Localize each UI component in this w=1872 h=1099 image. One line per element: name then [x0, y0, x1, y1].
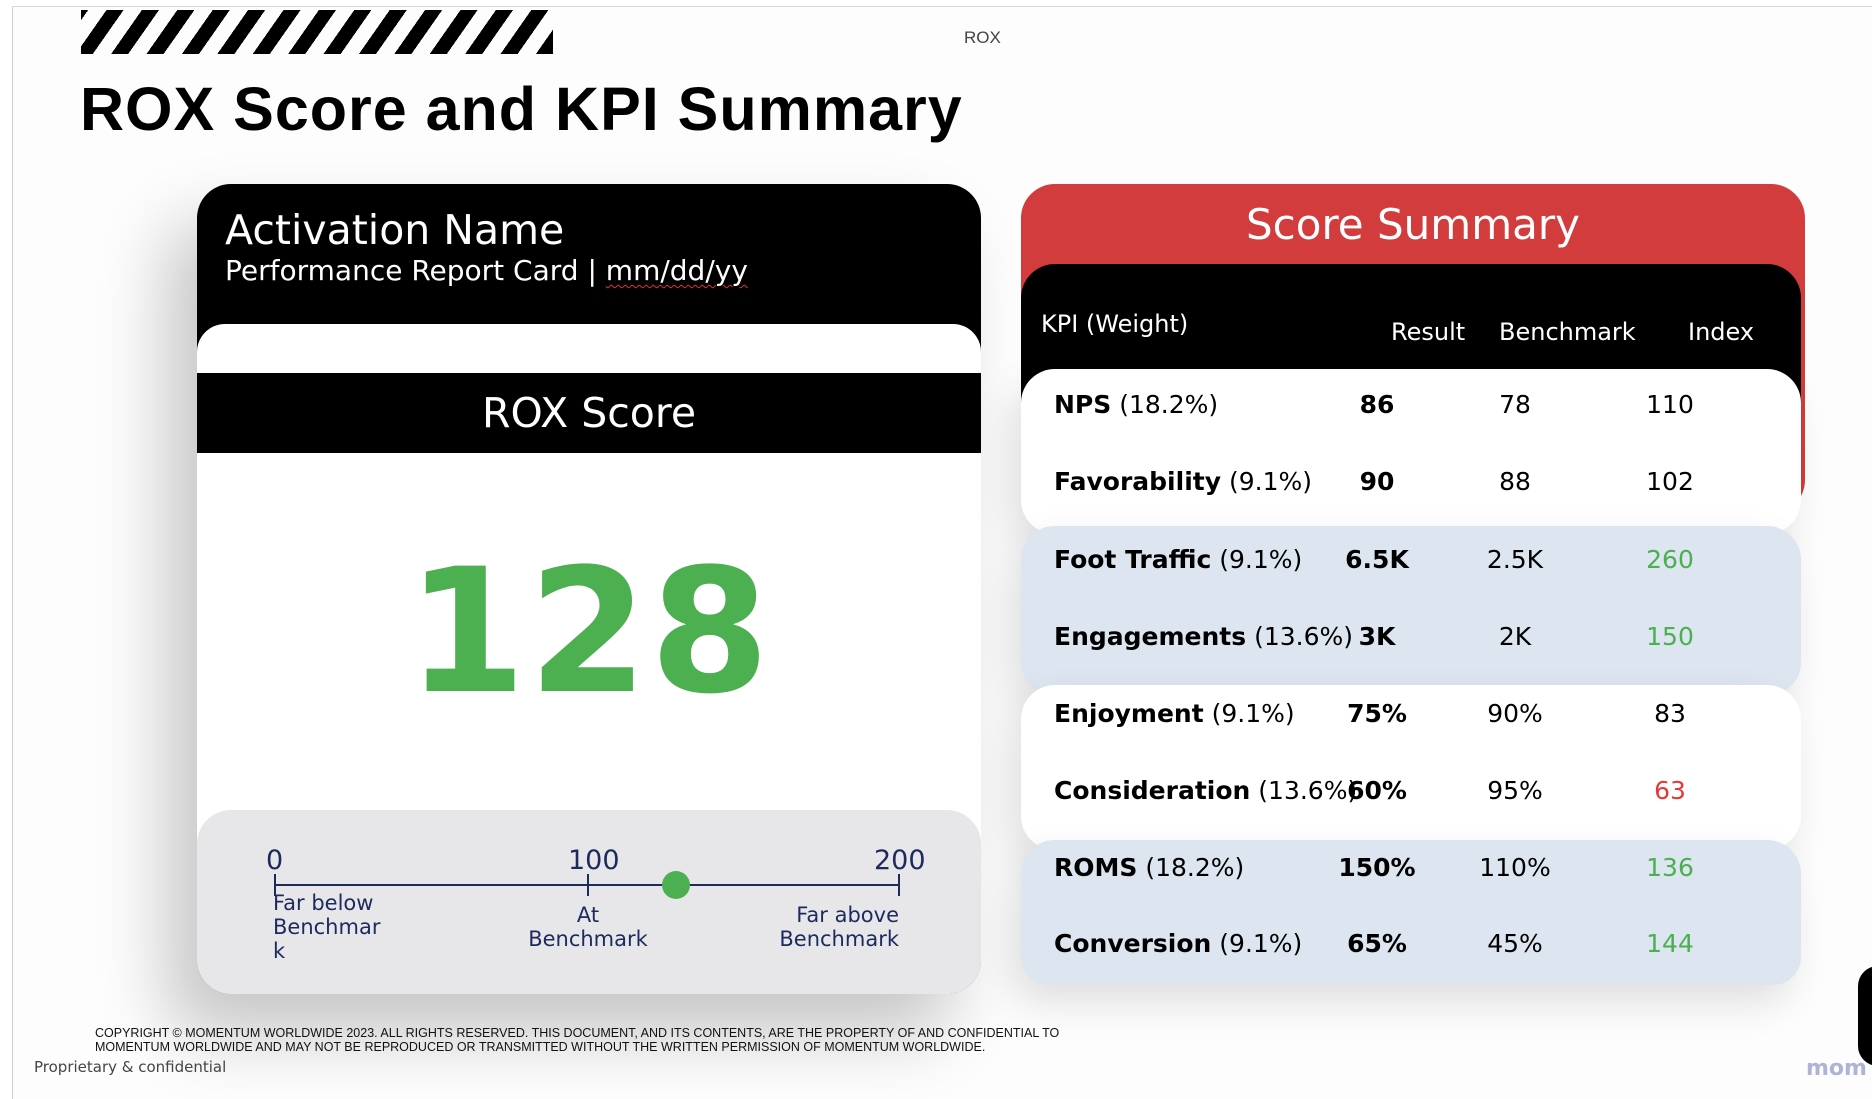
- benchmark-cell: 90%: [1487, 699, 1543, 728]
- index-cell: 136: [1646, 853, 1694, 882]
- caption-line: k: [273, 939, 286, 963]
- result-cell: 90: [1359, 467, 1395, 496]
- header-index: Index: [1688, 318, 1755, 346]
- gauge-caption-far-below: Far below Benchmar k: [273, 891, 393, 963]
- kpi-name: NPS: [1054, 390, 1112, 419]
- table-row: Consideration (13.6%) 60% 95% 63: [1021, 762, 1801, 822]
- caption-line: Benchmar: [273, 915, 381, 939]
- index-cell: 150: [1646, 622, 1694, 651]
- table-row: Conversion (9.1%) 65% 45% 144: [1021, 915, 1801, 975]
- kpi-name: ROMS: [1054, 853, 1138, 882]
- brand-logo-partial: mom: [1806, 1056, 1867, 1081]
- result-cell: 75%: [1347, 699, 1407, 728]
- score-summary-card: Score Summary KPI (Weight) Result Benchm…: [1021, 184, 1805, 985]
- gauge-tick-mid: [587, 874, 589, 896]
- kpi-cell: NPS (18.2%): [1054, 390, 1218, 419]
- kpi-cell: Favorability (9.1%): [1054, 467, 1312, 496]
- benchmark-cell: 95%: [1487, 776, 1543, 805]
- table-row: Engagements (13.6%) 3K 2K 150: [1021, 608, 1801, 668]
- gauge-min-label: 0: [266, 845, 284, 876]
- page-title: ROX Score and KPI Summary: [80, 75, 963, 143]
- rox-score-value: 128: [406, 531, 772, 732]
- gauge-caption-at-benchmark: At Benchmark: [523, 903, 653, 951]
- index-cell: 144: [1646, 929, 1694, 958]
- kpi-weight: (18.2%): [1119, 390, 1219, 419]
- index-cell: 83: [1654, 699, 1686, 728]
- benchmark-cell: 45%: [1487, 929, 1543, 958]
- kpi-name: Favorability: [1054, 467, 1222, 496]
- benchmark-cell: 88: [1499, 467, 1531, 496]
- gauge-score-marker: [662, 871, 690, 899]
- gauge-caption-far-above: Far above Benchmark: [777, 903, 899, 951]
- kpi-name: Conversion: [1054, 929, 1212, 958]
- kpi-cell: Engagements (13.6%): [1054, 622, 1353, 651]
- activation-subtitle: Performance Report Card | mm/dd/yy: [225, 254, 748, 287]
- header-result: Result: [1391, 318, 1466, 346]
- header-kpi-weight: KPI (Weight): [1041, 310, 1189, 338]
- kpi-weight: (9.1%): [1211, 699, 1295, 728]
- table-row: Favorability (9.1%) 90 88 102: [1021, 453, 1801, 513]
- hazard-stripes-decoration: [81, 10, 553, 54]
- caption-line: Benchmark: [779, 927, 899, 951]
- index-cell: 63: [1654, 776, 1686, 805]
- result-cell: 150%: [1338, 853, 1416, 882]
- copyright-line: COPYRIGHT © MOMENTUM WORLDWIDE 2023. ALL…: [95, 1026, 1060, 1040]
- benchmark-cell: 2K: [1498, 622, 1532, 651]
- kpi-cell: Enjoyment (9.1%): [1054, 699, 1295, 728]
- index-cell: 260: [1646, 545, 1694, 574]
- kpi-name: Enjoyment: [1054, 699, 1204, 728]
- slide-top-label: ROX: [964, 28, 1001, 47]
- kpi-cell: Consideration (13.6%): [1054, 776, 1357, 805]
- confidential-label: Proprietary & confidential: [34, 1058, 227, 1076]
- kpi-name: Foot Traffic: [1054, 545, 1212, 574]
- gauge-mid-label: 100: [568, 845, 620, 876]
- kpi-name: Engagements: [1054, 622, 1247, 651]
- benchmark-cell: 2.5K: [1486, 545, 1544, 574]
- gauge-line: [274, 884, 898, 886]
- kpi-weight: (9.1%): [1219, 929, 1303, 958]
- kpi-name: Consideration: [1054, 776, 1251, 805]
- gauge-max-label: 200: [874, 845, 926, 876]
- edge-decoration: [1858, 966, 1872, 1066]
- copyright-notice: COPYRIGHT © MOMENTUM WORLDWIDE 2023. ALL…: [95, 1026, 1095, 1054]
- result-cell: 3K: [1358, 622, 1396, 651]
- caption-line: Far above: [796, 903, 899, 927]
- result-cell: 65%: [1347, 929, 1407, 958]
- result-cell: 60%: [1347, 776, 1407, 805]
- table-row: NPS (18.2%) 86 78 110: [1021, 376, 1801, 436]
- benchmark-cell: 78: [1499, 390, 1531, 419]
- header-benchmark: Benchmark: [1499, 318, 1636, 346]
- index-cell: 110: [1646, 390, 1694, 419]
- gauge-tick-max: [898, 874, 900, 896]
- kpi-weight: (9.1%): [1219, 545, 1303, 574]
- table-row: ROMS (18.2%) 150% 110% 136: [1021, 839, 1801, 899]
- kpi-weight: (18.2%): [1145, 853, 1245, 882]
- kpi-cell: ROMS (18.2%): [1054, 853, 1244, 882]
- result-cell: 6.5K: [1345, 545, 1409, 574]
- caption-line: Far below: [273, 891, 374, 915]
- caption-line: Benchmark: [528, 927, 648, 951]
- kpi-cell: Conversion (9.1%): [1054, 929, 1302, 958]
- rox-score-label: ROX Score: [197, 373, 981, 453]
- benchmark-cell: 110%: [1479, 853, 1551, 882]
- report-date: mm/dd/yy: [605, 254, 748, 287]
- caption-line: At: [576, 903, 600, 927]
- copyright-line: MOMENTUM WORLDWIDE AND MAY NOT BE REPROD…: [95, 1040, 986, 1054]
- kpi-weight: (9.1%): [1228, 467, 1312, 496]
- subtitle-prefix: Performance Report Card |: [225, 254, 606, 287]
- score-summary-title: Score Summary: [1246, 200, 1580, 249]
- activation-name: Activation Name: [225, 206, 565, 254]
- table-row: Foot Traffic (9.1%) 6.5K 2.5K 260: [1021, 531, 1801, 591]
- index-cell: 102: [1646, 467, 1694, 496]
- activation-card: Activation Name Performance Report Card …: [197, 184, 981, 994]
- kpi-cell: Foot Traffic (9.1%): [1054, 545, 1302, 574]
- result-cell: 86: [1359, 390, 1395, 419]
- table-row: Enjoyment (9.1%) 75% 90% 83: [1021, 685, 1801, 745]
